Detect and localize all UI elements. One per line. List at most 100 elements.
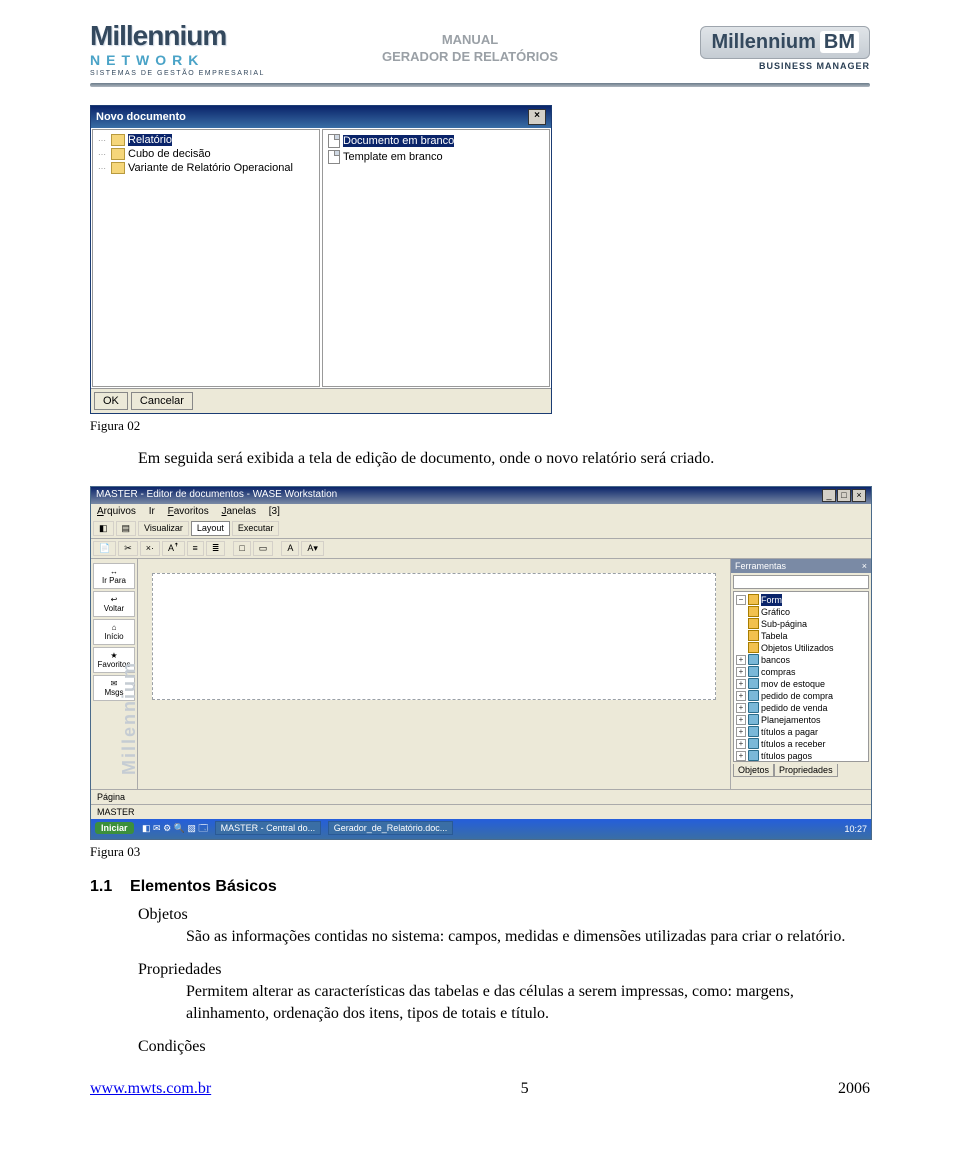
toolbar-button[interactable]: 📄: [93, 541, 116, 556]
maximize-icon[interactable]: □: [837, 489, 851, 502]
db-icon: [748, 750, 759, 761]
doc-title: MANUAL GERADOR DE RELATÓRIOS: [300, 32, 640, 66]
section-heading: 1.1 Elementos Básicos: [90, 878, 870, 896]
expand-icon[interactable]: +: [736, 655, 746, 665]
editor-toolbar-2: 📄 ✂ ×· Aꜛ ≡ ≣ □ ▭ A A▾: [91, 539, 871, 559]
toolbar-button[interactable]: □: [233, 541, 250, 556]
tab-objects[interactable]: Objetos: [733, 764, 774, 777]
tree-item[interactable]: Planejamentos: [761, 714, 821, 726]
tree-item[interactable]: Gráfico: [761, 606, 790, 618]
menu-item[interactable]: Ir: [149, 506, 155, 517]
ok-button[interactable]: OK: [94, 392, 128, 410]
editor-menubar[interactable]: AArquivosrquivos Ir Favoritos Janelas [3…: [91, 504, 871, 519]
table-icon: [748, 630, 759, 641]
toolbar-button[interactable]: ▤: [116, 521, 137, 536]
db-icon: [748, 690, 759, 701]
menu-item[interactable]: Janelas: [222, 506, 256, 517]
start-button[interactable]: Iniciar: [95, 822, 134, 834]
toolbar-button[interactable]: ≡: [187, 541, 204, 556]
cancel-button[interactable]: Cancelar: [131, 392, 193, 410]
folder-icon: [111, 148, 125, 160]
page-surface[interactable]: [152, 573, 716, 700]
expand-icon[interactable]: +: [736, 727, 746, 737]
db-icon: [748, 726, 759, 737]
tools-panel: Ferramentas× −Form Gráfico Sub-página Ta…: [730, 559, 871, 789]
chart-icon: [748, 606, 759, 617]
dialog-right-list[interactable]: Documento em branco Template em branco: [322, 129, 550, 387]
footer-year: 2006: [838, 1080, 870, 1098]
toolbar-button[interactable]: ×·: [140, 541, 160, 556]
tree-item[interactable]: Sub-página: [761, 618, 807, 630]
tree-item[interactable]: Cubo de decisão: [128, 148, 211, 160]
close-icon[interactable]: ×: [852, 489, 866, 502]
nav-goto[interactable]: ↔Ir Para: [93, 563, 135, 589]
figure-caption: Figura 02: [90, 418, 870, 434]
list-item[interactable]: Template em branco: [343, 151, 443, 163]
toolbar-button[interactable]: ▭: [253, 541, 274, 556]
tree-item[interactable]: Objetos Utilizados: [761, 642, 834, 654]
tree-item[interactable]: pedido de venda: [761, 702, 828, 714]
dialog-title-text: Novo documento: [96, 111, 186, 123]
section-title: Elementos Básicos: [130, 878, 277, 895]
panel-tabs: Objetos Propriedades: [733, 764, 869, 777]
status-page: Página: [97, 792, 125, 802]
app-statusbar: MASTER: [91, 804, 871, 819]
tree-item[interactable]: bancos: [761, 654, 790, 666]
logo-millennium-bm: MillenniumBM BUSINESS MANAGER: [640, 26, 870, 71]
editor-canvas[interactable]: Millennium: [142, 563, 726, 785]
footer-page: 5: [521, 1080, 529, 1098]
expand-icon[interactable]: +: [736, 703, 746, 713]
close-icon[interactable]: ×: [528, 109, 546, 125]
expand-icon[interactable]: +: [736, 667, 746, 677]
editor-toolbar: ◧ ▤ Visualizar Layout Executar: [91, 519, 871, 539]
expand-icon[interactable]: +: [736, 739, 746, 749]
status-app: MASTER: [97, 807, 135, 817]
page-footer: www.mwts.com.br 5 2006: [90, 1080, 870, 1098]
db-icon: [748, 678, 759, 689]
tree-item[interactable]: títulos pagos: [761, 750, 812, 762]
toolbar-button[interactable]: A▾: [301, 541, 324, 556]
tree-item[interactable]: mov de estoque: [761, 678, 825, 690]
dialog-left-tree[interactable]: Relatório Cubo de decisão Variante de Re…: [92, 129, 320, 387]
menu-item[interactable]: [3]: [269, 506, 280, 517]
collapse-icon[interactable]: −: [736, 595, 746, 605]
nav-home[interactable]: ⌂Início: [93, 619, 135, 645]
view-button[interactable]: Visualizar: [138, 521, 189, 536]
execute-button[interactable]: Executar: [232, 521, 280, 536]
objects-icon: [748, 642, 759, 653]
menu-item[interactable]: AArquivosrquivos: [97, 506, 136, 517]
toolbar-button[interactable]: ✂: [118, 541, 138, 556]
db-icon: [748, 654, 759, 665]
taskbar-item[interactable]: MASTER - Central do...: [215, 821, 322, 835]
minimize-icon[interactable]: _: [822, 489, 836, 502]
tree-item[interactable]: títulos a receber: [761, 738, 826, 750]
expand-icon[interactable]: +: [736, 679, 746, 689]
tree-item[interactable]: Form: [761, 594, 782, 606]
tree-item[interactable]: compras: [761, 666, 796, 678]
form-icon: [748, 594, 759, 605]
toolbar-button[interactable]: A: [281, 541, 299, 556]
objects-tree[interactable]: − Form Gráfico Sub-página Tabela Objetos …: [733, 591, 869, 762]
tree-item[interactable]: Relatório: [128, 134, 172, 146]
toolbar-button[interactable]: Aꜛ: [162, 541, 185, 556]
layout-button[interactable]: Layout: [191, 521, 230, 536]
footer-url[interactable]: www.mwts.com.br: [90, 1080, 211, 1098]
new-document-dialog: Novo documento × Relatório Cubo de decis…: [90, 105, 552, 414]
toolbar-button[interactable]: ◧: [93, 521, 114, 536]
subheading-condicoes: Condições: [138, 1038, 870, 1056]
tab-properties[interactable]: Propriedades: [774, 764, 838, 777]
toolbar-button[interactable]: ≣: [206, 541, 226, 556]
tree-item[interactable]: Variante de Relatório Operacional: [128, 162, 293, 174]
tree-item[interactable]: Tabela: [761, 630, 788, 642]
taskbar-item[interactable]: Gerador_de_Relatório.doc...: [328, 821, 454, 835]
tree-item[interactable]: pedido de compra: [761, 690, 833, 702]
expand-icon[interactable]: +: [736, 715, 746, 725]
close-icon[interactable]: ×: [862, 561, 867, 571]
expand-icon[interactable]: +: [736, 691, 746, 701]
menu-item[interactable]: Favoritos: [168, 506, 209, 517]
list-item[interactable]: Documento em branco: [343, 135, 454, 147]
tree-item[interactable]: títulos a pagar: [761, 726, 818, 738]
nav-back[interactable]: ↩Voltar: [93, 591, 135, 617]
expand-icon[interactable]: +: [736, 751, 746, 761]
panel-dropdown[interactable]: [733, 575, 869, 589]
